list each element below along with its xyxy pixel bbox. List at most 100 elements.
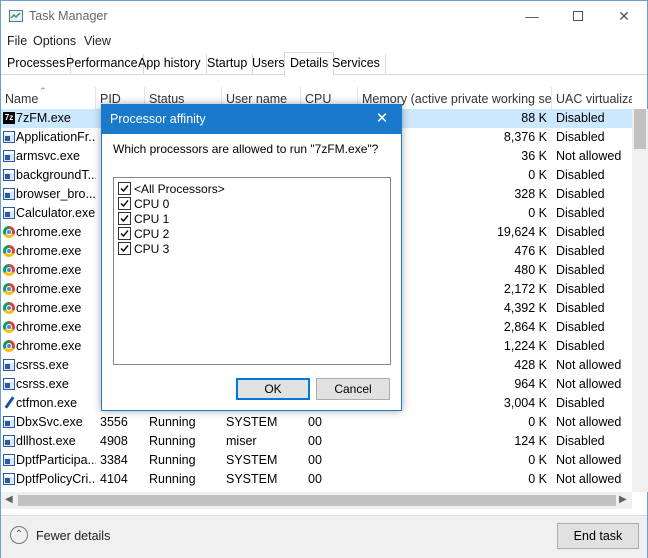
scroll-right-icon[interactable]: ▶ — [619, 494, 627, 505]
processor-item[interactable]: CPU 3 — [118, 241, 318, 256]
process-uac: Disabled — [556, 301, 605, 315]
process-status: Running — [149, 453, 196, 467]
ok-button[interactable]: OK — [236, 378, 310, 400]
process-name: DbxSvc.exe — [16, 415, 83, 429]
table-row[interactable]: dllhost.exe 4908 Running miser 00 124 K Disabl… — [1, 432, 632, 451]
process-uac: Disabled — [556, 168, 605, 182]
chevron-up-icon[interactable]: ⌃ — [10, 526, 28, 544]
process-name: chrome.exe — [16, 225, 82, 239]
menu-view[interactable]: View — [84, 34, 111, 48]
close-button[interactable]: ✕ — [601, 1, 647, 31]
column-header-name[interactable]: ⌃ Name — [1, 87, 96, 109]
app-icon — [3, 169, 15, 181]
process-uac: Not allowed — [556, 377, 622, 391]
app-icon — [3, 378, 15, 390]
column-header-uac[interactable]: UAC virtualizat — [552, 87, 632, 109]
process-name: chrome.exe — [16, 282, 82, 296]
processor-item[interactable]: <All Processors> — [118, 181, 318, 196]
7zip-icon: 7z — [3, 112, 15, 124]
tab-strip: Processes Performance App history Startu… — [1, 52, 647, 76]
menu-file[interactable]: File — [7, 34, 27, 48]
process-name: dllhost.exe — [16, 434, 76, 448]
app-icon — [3, 150, 15, 162]
process-name: chrome.exe — [16, 320, 82, 334]
table-row[interactable]: DptfPolicyCri... 4104 Running SYSTEM 00 0 K No… — [1, 470, 632, 489]
process-uac: Disabled — [556, 396, 605, 410]
processor-checkbox[interactable] — [118, 197, 131, 210]
table-row[interactable]: DbxSvc.exe 3556 Running SYSTEM 00 0 K Not allo… — [1, 413, 632, 432]
chrome-icon — [3, 226, 15, 238]
tab-startup[interactable]: Startup — [202, 54, 254, 75]
processor-label: <All Processors> — [134, 182, 225, 196]
processor-label: CPU 0 — [134, 197, 170, 211]
process-cpu: 00 — [308, 453, 322, 467]
checkmark-icon — [120, 215, 129, 223]
process-name: chrome.exe — [16, 339, 82, 353]
dialog-question: Which processors are allowed to run "7zF… — [113, 142, 379, 156]
app-icon — [3, 416, 15, 428]
process-name: backgroundT... — [16, 168, 96, 182]
cancel-button[interactable]: Cancel — [316, 378, 390, 400]
process-pid: 3556 — [100, 415, 128, 429]
dialog-title: Processor affinity — [110, 112, 206, 126]
processor-checkbox[interactable] — [118, 182, 131, 195]
processor-label: CPU 3 — [134, 242, 170, 256]
processor-label: CPU 2 — [134, 227, 170, 241]
process-memory: 124 K — [514, 434, 547, 448]
horizontal-scrollbar[interactable]: ◀ ▶ — [1, 492, 632, 509]
process-cpu: 00 — [308, 434, 322, 448]
sort-up-icon: ⌃ — [39, 87, 47, 96]
chrome-icon — [3, 245, 15, 257]
menu-options[interactable]: Options — [33, 34, 76, 48]
process-memory: 0 K — [528, 415, 547, 429]
process-name: armsvc.exe — [16, 149, 80, 163]
tab-services[interactable]: Services — [327, 54, 386, 75]
minimize-button[interactable]: — — [509, 1, 555, 31]
process-uac: Disabled — [556, 130, 605, 144]
processor-checkbox[interactable] — [118, 227, 131, 240]
process-uac: Not allowed — [556, 358, 622, 372]
pen-icon — [3, 397, 15, 409]
checkmark-icon — [120, 245, 129, 253]
processor-affinity-dialog: Processor affinity ✕ Which processors ar… — [101, 104, 402, 411]
process-uac: Disabled — [556, 434, 605, 448]
processor-item[interactable]: CPU 2 — [118, 226, 318, 241]
process-name: chrome.exe — [16, 244, 82, 258]
tab-performance[interactable]: Performance — [61, 54, 144, 75]
process-cpu: 00 — [308, 415, 322, 429]
menu-bar: File Options View — [1, 31, 647, 51]
task-manager-icon — [9, 10, 23, 22]
scroll-left-icon[interactable]: ◀ — [5, 494, 13, 505]
process-uac: Not allowed — [556, 453, 622, 467]
vertical-scroll-thumb[interactable] — [634, 109, 646, 149]
app-icon — [3, 188, 15, 200]
processor-checkbox[interactable] — [118, 212, 131, 225]
checkmark-icon — [120, 200, 129, 208]
app-icon — [3, 207, 15, 219]
horizontal-scroll-thumb[interactable] — [18, 495, 616, 506]
processor-label: CPU 1 — [134, 212, 170, 226]
process-user: miser — [226, 434, 257, 448]
fewer-details-link[interactable]: Fewer details — [36, 529, 110, 543]
process-uac: Not allowed — [556, 415, 622, 429]
processor-item[interactable]: CPU 0 — [118, 196, 318, 211]
app-icon — [3, 435, 15, 447]
process-status: Running — [149, 434, 196, 448]
process-uac: Disabled — [556, 206, 605, 220]
end-task-button[interactable]: End task — [557, 523, 639, 549]
processor-item[interactable]: CPU 1 — [118, 211, 318, 226]
tab-app-history[interactable]: App history — [133, 54, 207, 75]
vertical-scrollbar[interactable] — [632, 109, 648, 492]
dialog-title-bar: Processor affinity ✕ — [102, 105, 401, 134]
app-icon — [3, 359, 15, 371]
process-status: Running — [149, 415, 196, 429]
process-name: csrss.exe — [16, 358, 69, 372]
maximize-button[interactable] — [555, 1, 601, 31]
process-user: SYSTEM — [226, 415, 278, 429]
dialog-close-button[interactable]: ✕ — [367, 108, 397, 130]
table-row[interactable]: DptfParticipa... 3384 Running SYSTEM 00 0 K No… — [1, 451, 632, 470]
process-uac: Disabled — [556, 111, 605, 125]
processor-checkbox[interactable] — [118, 242, 131, 255]
process-uac: Disabled — [556, 320, 605, 334]
maximize-icon — [573, 11, 583, 21]
